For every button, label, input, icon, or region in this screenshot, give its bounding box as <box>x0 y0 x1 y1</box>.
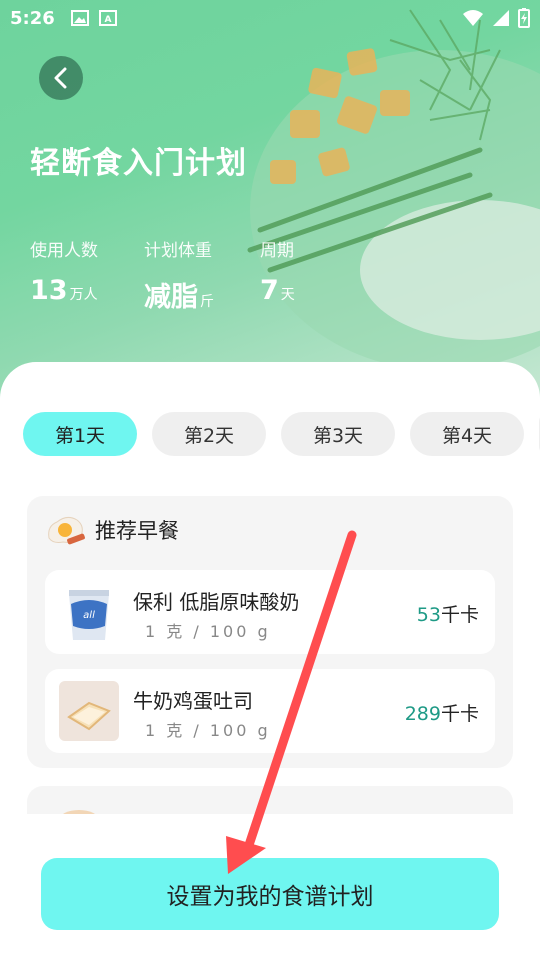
breakfast-egg-icon <box>48 516 85 545</box>
plan-title: 轻断食入门计划 <box>30 146 247 181</box>
food-calories: 53千卡 <box>417 600 479 627</box>
wifi-icon <box>463 10 483 26</box>
food-item[interactable]: all 保利 低脂原味酸奶 1 克 / 100 g 53千卡 <box>45 570 495 654</box>
food-item[interactable]: 牛奶鸡蛋吐司 1 克 / 100 g 289千卡 <box>45 669 495 753</box>
stat-unit: 万人 <box>69 287 98 303</box>
stat-label: 计划体重 <box>144 241 212 261</box>
stat-label: 使用人数 <box>30 241 98 261</box>
stat-unit: 天 <box>280 287 295 303</box>
stat-weight: 计划体重 减脂斤 <box>144 236 214 314</box>
tab-day-4[interactable]: 第4天 <box>410 412 524 456</box>
food-portion: 1 克 / 100 g <box>145 721 271 740</box>
food-calories: 289千卡 <box>405 699 479 726</box>
calorie-unit: 千卡 <box>440 604 479 626</box>
svg-text:all: all <box>83 610 95 621</box>
toast-thumbnail <box>59 681 119 741</box>
keyboard-icon: A <box>98 10 117 26</box>
battery-charging-icon <box>518 8 530 28</box>
tab-day-1[interactable]: 第1天 <box>23 412 137 456</box>
signal-icon <box>493 10 509 26</box>
meal-card-breakfast: 推荐早餐 all 保利 低脂原味酸奶 1 克 / 100 g 53千卡 牛奶鸡蛋… <box>27 496 513 768</box>
tab-day-3[interactable]: 第3天 <box>281 412 395 456</box>
meal-header: 推荐早餐 <box>45 512 179 548</box>
stat-value: 7 <box>260 275 279 306</box>
food-name: 牛奶鸡蛋吐司 <box>133 689 253 713</box>
plan-stats: 使用人数 13 万人 计划体重 减脂斤 周期 7天 <box>30 236 341 314</box>
status-time: 5:26 <box>10 7 55 29</box>
tab-day-2[interactable]: 第2天 <box>152 412 266 456</box>
stat-value: 减脂 <box>144 282 198 313</box>
food-name: 保利 低脂原味酸奶 <box>133 590 300 614</box>
svg-text:A: A <box>104 15 111 25</box>
image-icon <box>70 10 89 26</box>
calorie-unit: 千卡 <box>440 703 479 725</box>
day-tabs: 第1天 第2天 第3天 第4天 <box>23 412 540 456</box>
set-as-my-plan-button[interactable]: 设置为我的食谱计划 <box>41 858 499 930</box>
stat-label: 周期 <box>260 241 294 261</box>
food-portion: 1 克 / 100 g <box>145 622 271 641</box>
back-button[interactable] <box>39 56 83 100</box>
meal-title: 推荐早餐 <box>95 519 179 543</box>
chevron-left-icon <box>54 67 67 89</box>
status-bar: 5:26 A <box>0 0 540 36</box>
calorie-value: 53 <box>416 604 441 626</box>
stat-unit: 斤 <box>200 294 214 310</box>
stat-users: 使用人数 13 万人 <box>30 236 98 314</box>
yogurt-thumbnail: all <box>59 582 119 642</box>
stat-period: 周期 7天 <box>260 236 295 314</box>
plan-header: 5:26 A 轻断食入门计划 使用人数 13 万人 计划体重 减脂斤 周期 7天 <box>0 0 540 410</box>
stat-value: 13 <box>30 275 68 306</box>
salad-photo <box>247 9 540 370</box>
calorie-value: 289 <box>404 703 441 725</box>
